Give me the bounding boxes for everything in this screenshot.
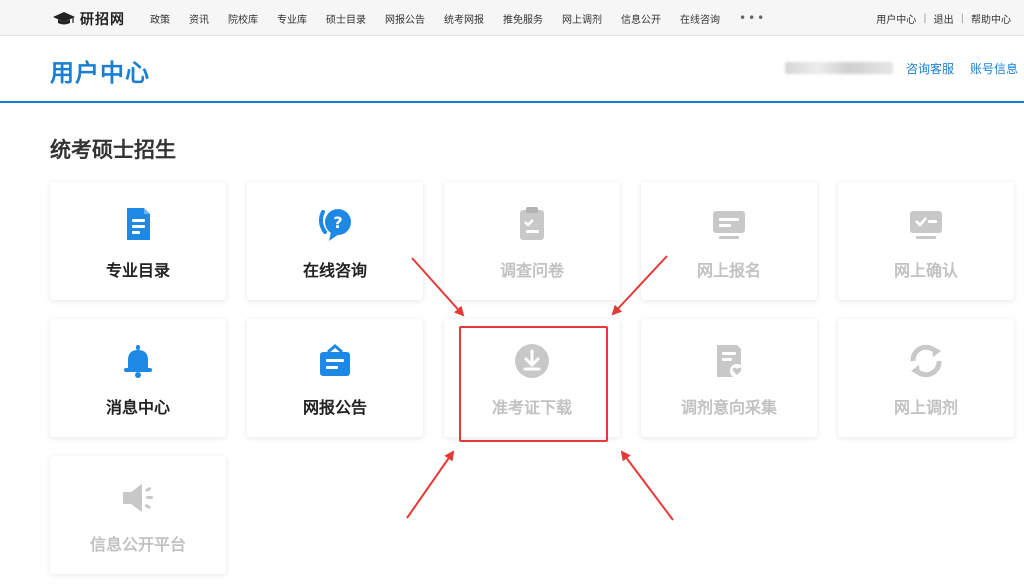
nav-link-recommendation[interactable]: 推免服务: [503, 11, 543, 26]
tile-registration-notice[interactable]: 网报公告: [247, 319, 423, 437]
tile-label: 调剂意向采集: [680, 398, 777, 417]
tile-info-disclosure-platform[interactable]: 信息公开平台: [50, 456, 226, 574]
nav-link-adjustment[interactable]: 网上调剂: [562, 11, 602, 26]
arrow-bottom-right: [620, 450, 674, 521]
account-info-link[interactable]: 账号信息: [970, 60, 1018, 77]
tile-major-catalog[interactable]: 专业目录: [50, 182, 226, 300]
highlight-box: [459, 326, 608, 442]
nav-link-policy[interactable]: 政策: [150, 11, 170, 26]
nav-link-majors[interactable]: 专业库: [277, 11, 307, 26]
nav-link-exam-registration[interactable]: 统考网报: [444, 11, 484, 26]
user-tools: 用户中心 | 退出 | 帮助中心: [876, 0, 1011, 36]
graduation-cap-icon: [53, 12, 75, 25]
customer-service-link[interactable]: 咨询客服: [906, 60, 954, 77]
tile-online-registration[interactable]: 网上报名: [641, 182, 817, 300]
monitor-form-icon: [713, 211, 745, 239]
more-menu-icon[interactable]: •••: [739, 11, 766, 25]
chat-question-icon: ?: [318, 209, 351, 241]
main-nav-links: 政策 资讯 院校库 专业库 硕士目录 网报公告 统考网报 推免服务 网上调剂 信…: [150, 0, 766, 36]
tile-label: 网上报名: [696, 261, 761, 280]
page-title: 用户中心: [50, 59, 150, 87]
divider: |: [923, 12, 927, 24]
tile-label: 网上确认: [893, 261, 958, 280]
tile-survey[interactable]: 调查问卷: [444, 182, 620, 300]
user-center-link[interactable]: 用户中心: [876, 11, 916, 26]
arrow-bottom-left: [406, 450, 455, 519]
logo-text: 研招网: [80, 12, 125, 28]
svg-text:?: ?: [333, 213, 342, 232]
document-heart-icon: [717, 345, 744, 378]
tile-label: 网报公告: [302, 398, 367, 417]
tile-label: 网上调剂: [893, 398, 958, 417]
tile-message-center[interactable]: 消息中心: [50, 319, 226, 437]
blurred-username: [785, 62, 893, 74]
tile-online-adjustment[interactable]: 网上调剂: [838, 319, 1014, 437]
nav-link-schools[interactable]: 院校库: [228, 11, 258, 26]
site-logo[interactable]: 研招网: [52, 9, 125, 29]
tile-online-consult[interactable]: ? 在线咨询: [247, 182, 423, 300]
refresh-icon: [910, 344, 942, 378]
nav-link-announcements[interactable]: 网报公告: [385, 11, 425, 26]
tile-adjustment-intention[interactable]: 调剂意向采集: [641, 319, 817, 437]
speaker-icon: [123, 484, 153, 512]
notice-board-icon: [320, 344, 350, 376]
tile-label: 消息中心: [105, 398, 170, 417]
tile-label: 在线咨询: [302, 261, 367, 280]
bell-icon: [124, 345, 152, 378]
document-icon: [127, 208, 150, 240]
tile-label: 调查问卷: [499, 261, 564, 280]
nav-link-master-catalog[interactable]: 硕士目录: [326, 11, 366, 26]
divider: |: [960, 12, 964, 24]
tile-label: 信息公开平台: [89, 535, 186, 554]
page-header: 用户中心 咨询客服 账号信息: [0, 37, 1024, 103]
help-center-link[interactable]: 帮助中心: [971, 11, 1011, 26]
tile-online-confirmation[interactable]: 网上确认: [838, 182, 1014, 300]
top-navigation-bar: 研招网 政策 资讯 院校库 专业库 硕士目录 网报公告 统考网报 推免服务 网上…: [0, 0, 1024, 36]
monitor-check-icon: [910, 211, 942, 239]
section-title: 统考硕士招生: [50, 138, 176, 162]
nav-link-online-consult[interactable]: 在线咨询: [680, 11, 720, 26]
nav-link-news[interactable]: 资讯: [189, 11, 209, 26]
logout-link[interactable]: 退出: [934, 11, 954, 26]
nav-link-info-disclosure[interactable]: 信息公开: [621, 11, 661, 26]
tile-label: 专业目录: [105, 261, 170, 280]
clipboard-icon: [520, 207, 544, 240]
